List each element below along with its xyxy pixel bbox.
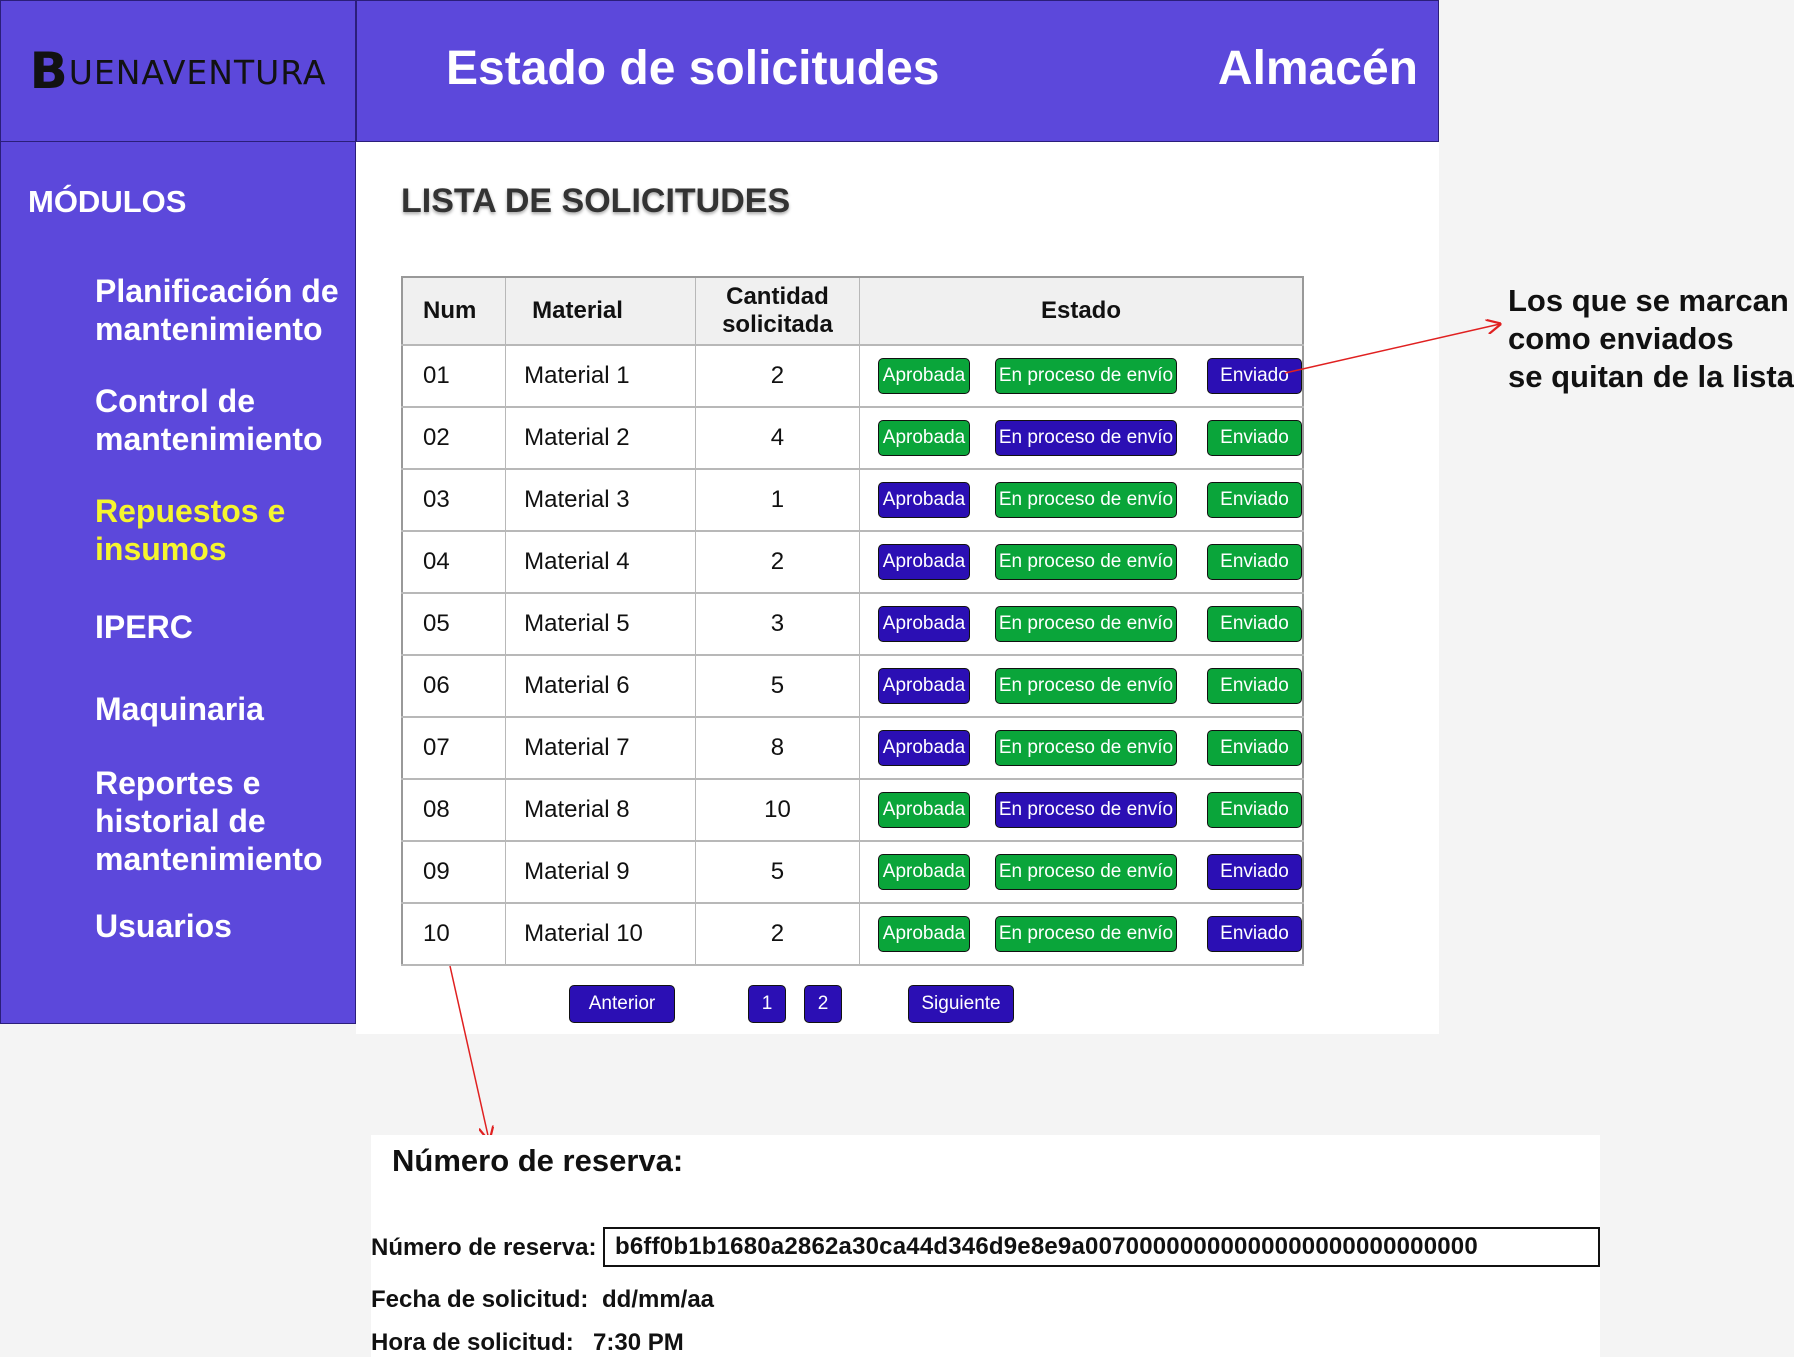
reservation-number-field[interactable]: b6ff0b1b1680a2862a30ca44d346d9e8e9a00700… (603, 1227, 1600, 1267)
request-date-value: dd/mm/aa (602, 1286, 715, 1313)
reservation-number-label: Número de reserva: (371, 1234, 597, 1261)
reservation-title: Número de reserva: (392, 1143, 684, 1178)
request-time-value: 7:30 PM (593, 1329, 684, 1356)
request-date-label: Fecha de solicitud: (371, 1286, 589, 1313)
arrow-to-note (1284, 324, 1500, 374)
request-time-label: Hora de solicitud: (371, 1329, 574, 1356)
reservation-panel: Número de reserva: Número de reserva: b6… (371, 1135, 1600, 1357)
arrow-to-reservation (449, 965, 489, 1140)
